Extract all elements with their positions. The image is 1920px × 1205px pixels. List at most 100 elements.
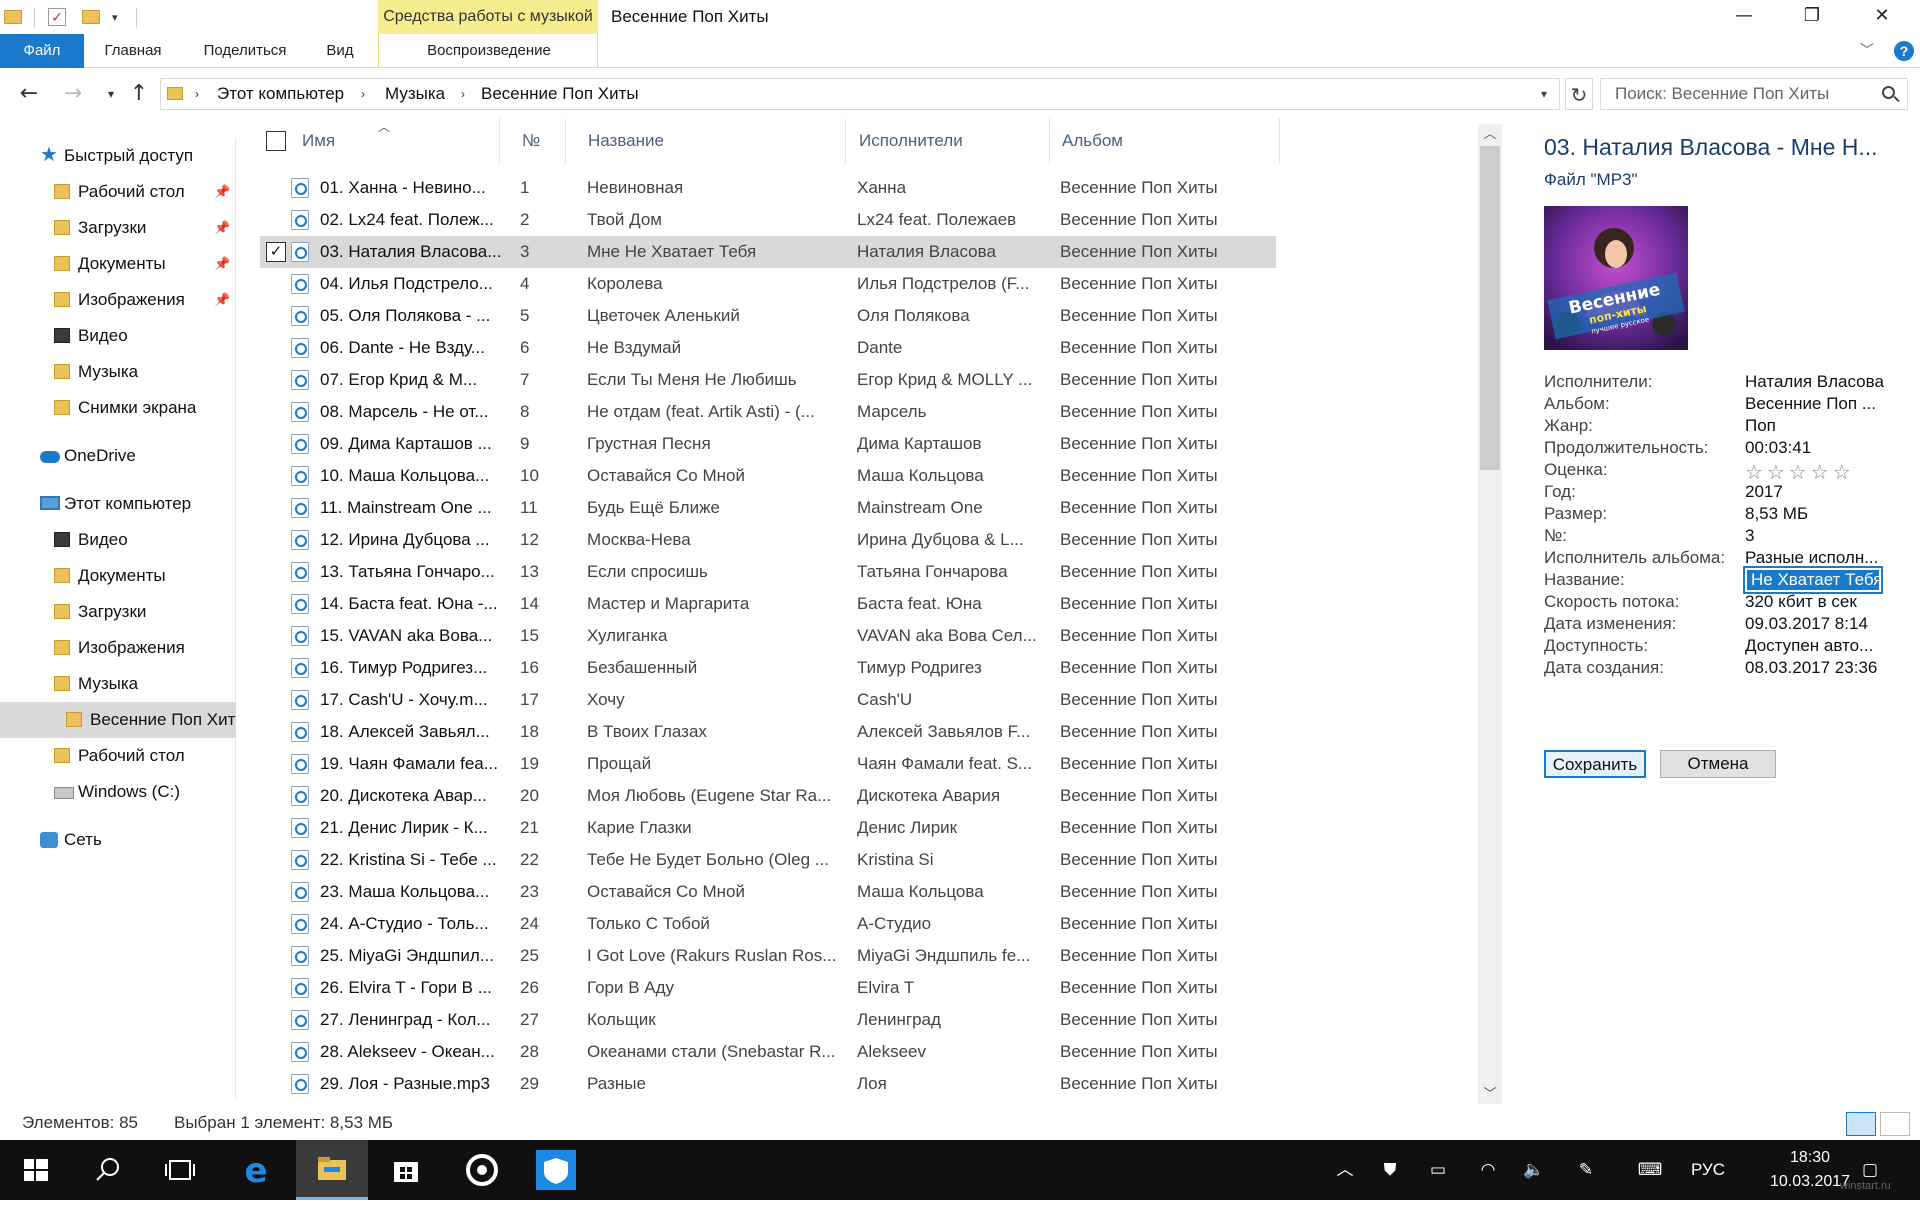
table-row[interactable]: 10. Маша Кольцова... 10 Оставайся Со Мной М… [260,460,1276,492]
table-row[interactable]: 23. Маша Кольцова... 23 Оставайся Со Мной М… [260,876,1276,908]
vertical-scrollbar[interactable]: ︿ ﹀ [1478,124,1502,1104]
select-all-checkbox[interactable] [266,131,286,151]
chevron-down-icon[interactable]: ▾ [1541,79,1547,109]
table-row[interactable]: 21. Денис Лирик - К... 21 Карие Глазки Дени… [260,812,1276,844]
defender-button[interactable] [520,1140,592,1200]
address-bar[interactable]: › Этот компьютер › Музыка › Весенние Поп… [160,78,1560,110]
large-icons-view-icon[interactable] [1880,1112,1910,1136]
table-row[interactable]: 25. MiyaGi Эндшпил... 25 I Got Love (Rakur… [260,940,1276,972]
pen-icon[interactable]: ✎ [1568,1140,1604,1200]
property-value[interactable]: 8,53 МБ [1745,504,1895,524]
search-input[interactable] [1601,79,1861,109]
property-value[interactable]: 00:03:41 [1745,438,1895,458]
breadcrumb-this-pc[interactable]: Этот компьютер [217,79,344,109]
column-header-album[interactable]: Альбом [1050,118,1280,164]
table-row[interactable]: 02. Lx24 feat. Полеж... 2 Твой Дом Lx24 fea… [260,204,1276,236]
nav-item[interactable]: Весенние Поп Хиты [0,702,236,738]
property-value[interactable]: Разные исполн... [1745,548,1895,568]
help-icon[interactable]: ? [1894,41,1914,61]
minimize-button[interactable]: — [1712,0,1776,34]
nav-item[interactable]: Видео [0,522,236,558]
property-value[interactable]: 320 кбит в сек [1745,592,1895,612]
row-checkbox[interactable]: ✓ [266,242,286,262]
expand-ribbon-icon[interactable]: ﹀ [1860,40,1874,60]
forward-button[interactable]: → [58,80,88,108]
property-value[interactable]: 08.03.2017 23:36 [1745,658,1895,678]
tab-playback[interactable]: Воспроизведение [379,34,599,68]
table-row[interactable]: 26. Elvira T - Гори В ... 26 Гори В Аду Elv… [260,972,1276,1004]
table-row[interactable]: 09. Дима Карташов ... 9 Грустная Песня Дима… [260,428,1276,460]
nav-item[interactable]: Загрузки [0,594,236,630]
table-row[interactable]: 28. Alekseev - Океан... 28 Океанами стали … [260,1036,1276,1068]
table-row[interactable]: 19. Чаян Фамали fea... 19 Прощай Чаян Фамал… [260,748,1276,780]
nav-item[interactable]: Музыка [0,666,236,702]
column-header-name[interactable]: Имя [290,118,500,164]
store-button[interactable] [370,1140,442,1200]
refresh-button[interactable]: ↻ [1565,78,1593,110]
edge-button[interactable]: e [220,1140,292,1200]
table-row[interactable]: 04. Илья Подстрело... 4 Королева Илья Подст… [260,268,1276,300]
search-box[interactable] [1600,78,1908,110]
table-row[interactable]: 15. VAVAN aka Вова... 15 Хулиганка VAVAN ak… [260,620,1276,652]
property-value[interactable]: Доступен авто... [1745,636,1895,656]
property-value[interactable]: Весенние Поп ... [1745,394,1895,414]
properties-icon[interactable]: ✓ [48,5,66,29]
groove-music-button[interactable] [446,1140,518,1200]
table-row[interactable]: 08. Марсель - Не от... 8 Не отдам (feat. A… [260,396,1276,428]
property-value[interactable]: Поп [1745,416,1895,436]
tab-file[interactable]: Файл [0,34,84,68]
file-explorer-button[interactable] [296,1140,368,1200]
save-button[interactable]: Сохранить [1544,750,1646,778]
nav-item[interactable]: Музыка [0,354,236,390]
tab-share[interactable]: Поделиться [190,34,300,68]
nav-item[interactable]: Сеть [0,822,236,858]
nav-item[interactable]: Видео [0,318,236,354]
language-indicator[interactable]: РУС [1680,1140,1736,1200]
table-row[interactable]: 16. Тимур Родригез... 16 Безбашенный Тимур … [260,652,1276,684]
rating-stars[interactable]: ☆☆☆☆☆ [1745,460,1895,484]
restore-button[interactable]: ❐ [1780,0,1844,34]
table-row[interactable]: 12. Ирина Дубцова ... 12 Москва-Нева Ирина … [260,524,1276,556]
tab-home[interactable]: Главная [94,34,172,68]
chevron-right-icon[interactable]: › [361,79,365,109]
table-row[interactable]: 01. Ханна - Невино... 1 Невиновная Ханна Вес… [260,172,1276,204]
keyboard-icon[interactable]: ⌨ [1630,1140,1670,1200]
nav-item[interactable]: Рабочий стол 📌 [0,174,236,210]
tab-view[interactable]: Вид [314,34,366,68]
new-folder-icon[interactable] [82,5,100,29]
property-value[interactable]: 2017 [1745,482,1895,502]
search-taskbar-button[interactable] [72,1140,144,1200]
details-view-icon[interactable] [1846,1112,1876,1136]
table-row[interactable]: 17. Cash'U - Хочу.m... 17 Хочу Cash'U Весенн… [260,684,1276,716]
nav-item[interactable]: Этот компьютер [0,486,236,522]
scrollbar-thumb[interactable] [1480,146,1500,470]
nav-item[interactable]: Снимки экрана [0,390,236,426]
start-button[interactable] [0,1140,72,1200]
nav-item[interactable]: Изображения [0,630,236,666]
nav-item[interactable]: Windows (C:) [0,774,236,810]
scroll-up-icon[interactable]: ︿ [1478,124,1502,144]
customize-qat-icon[interactable]: ▾ [112,5,118,29]
search-icon[interactable] [1882,86,1895,99]
battery-icon[interactable]: ▭ [1420,1140,1456,1200]
nav-item[interactable]: Рабочий стол [0,738,236,774]
column-header-artists[interactable]: Исполнители [847,118,1050,164]
table-row[interactable]: 11. Mainstream One ... 11 Будь Ещё Ближе Ma… [260,492,1276,524]
table-row[interactable]: 05. Оля Полякова - ... 5 Цветочек Аленький… [260,300,1276,332]
back-button[interactable]: ← [14,80,44,108]
table-row[interactable]: 06. Dante - Не Взду... 6 Не Вздумай Dante Ве… [260,332,1276,364]
close-button[interactable]: ✕ [1850,0,1914,34]
table-row[interactable]: 13. Татьяна Гончаро... 13 Если спросишь Тат… [260,556,1276,588]
title-edit-field[interactable]: Не Хватает Тебя [1743,566,1883,594]
property-value[interactable]: Наталия Власова [1745,372,1895,392]
nav-item[interactable]: Документы [0,558,236,594]
nav-item[interactable]: ★ Быстрый доступ [0,138,236,174]
property-value[interactable]: 09.03.2017 8:14 [1745,614,1895,634]
table-row[interactable]: 24. А-Студио - Толь... 24 Только С Тобой А-… [260,908,1276,940]
volume-icon[interactable]: 🔈 [1516,1140,1552,1200]
breadcrumb-current-folder[interactable]: Весенние Поп Хиты [481,79,639,109]
table-row[interactable]: ✓ 03. Наталия Власова... 3 Мне Не Хватает Т… [260,236,1276,268]
task-view-button[interactable] [144,1140,216,1200]
nav-item[interactable]: Загрузки 📌 [0,210,236,246]
table-row[interactable]: 22. Kristina Si - Тебе ... 22 Тебе Не Буде… [260,844,1276,876]
